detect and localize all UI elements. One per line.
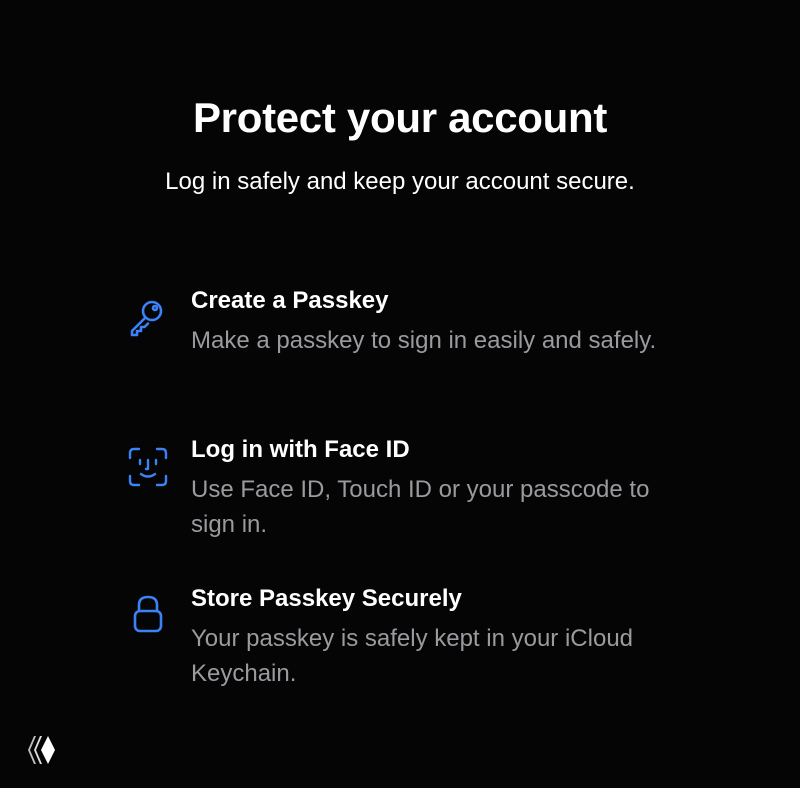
face-id-icon [124, 443, 172, 491]
key-icon [124, 293, 172, 341]
diamond-logo-icon [20, 730, 60, 770]
feature-description: Your passkey is safely kept in your iClo… [191, 625, 634, 687]
feature-title: Store Passkey Securely [191, 585, 462, 612]
feature-title: Log in with Face ID [191, 436, 410, 463]
lock-icon [124, 590, 172, 638]
feature-title: Create a Passkey [191, 287, 389, 314]
page-subtitle: Log in safely and keep your account secu… [165, 168, 635, 195]
passkey-onboarding-screen: Protect your account Log in safely and k… [0, 0, 800, 788]
feature-description: Make a passkey to sign in easily and saf… [191, 327, 657, 354]
feature-description: Use Face ID, Touch ID or your passcode t… [191, 476, 650, 538]
page-title: Protect your account [192, 94, 608, 141]
